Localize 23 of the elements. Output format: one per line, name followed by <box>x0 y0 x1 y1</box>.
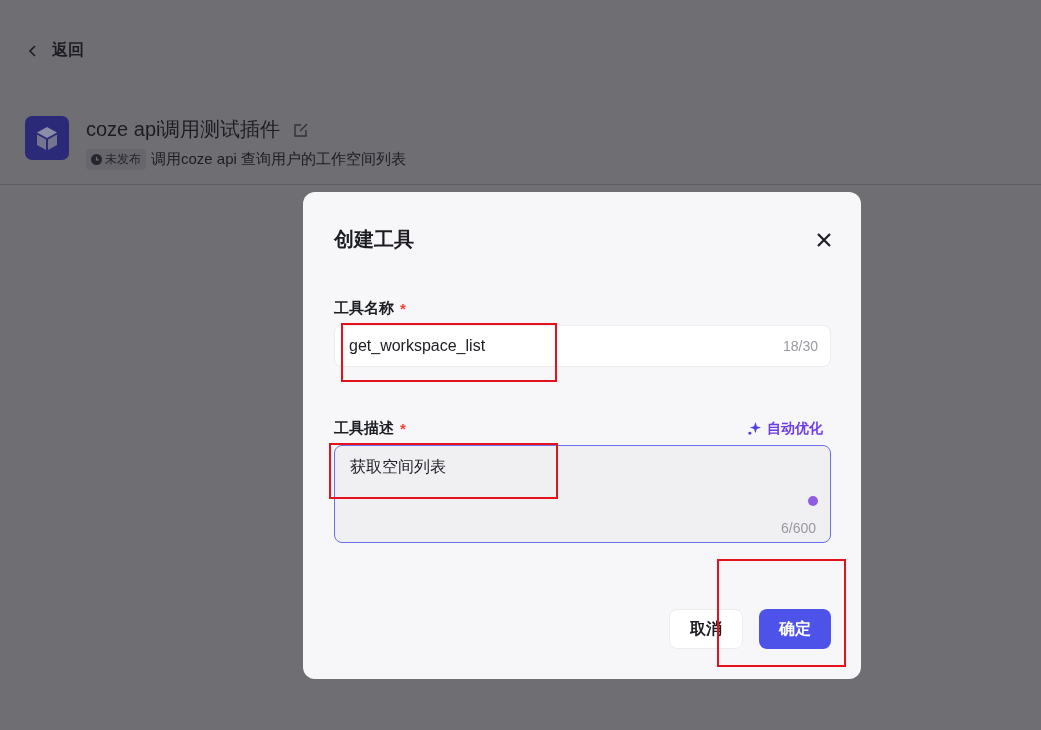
status-label: 未发布 <box>105 151 141 168</box>
sparkle-icon <box>748 422 761 435</box>
status-dot <box>808 496 818 506</box>
tool-description-field[interactable]: 获取空间列表 6/600 <box>334 445 831 543</box>
dialog-title: 创建工具 <box>334 227 414 252</box>
character-counter: 6/600 <box>780 520 816 536</box>
character-counter: 18/30 <box>782 338 818 354</box>
field-value: get_workspace_list <box>349 337 487 355</box>
tool-name-field[interactable]: get_workspace_list 18/30 <box>334 325 831 367</box>
cube-logo-icon <box>25 116 69 160</box>
clock-icon <box>91 154 102 165</box>
edit-icon[interactable] <box>292 121 309 138</box>
required-mark: * <box>400 420 406 437</box>
required-mark: * <box>400 300 406 317</box>
field-label: 工具名称 <box>334 299 394 318</box>
field-label: 工具描述 <box>334 419 394 438</box>
auto-optimize-button[interactable]: 自动优化 <box>748 419 831 438</box>
close-icon[interactable] <box>817 232 831 247</box>
plugin-name: coze api调用测试插件 <box>86 117 281 142</box>
plugin-description: 调用coze api 查询用户的工作空间列表 <box>151 150 407 169</box>
field-value: 获取空间列表 <box>350 457 446 477</box>
chevron-left-icon <box>28 44 38 57</box>
confirm-button[interactable]: 确定 <box>759 609 831 649</box>
